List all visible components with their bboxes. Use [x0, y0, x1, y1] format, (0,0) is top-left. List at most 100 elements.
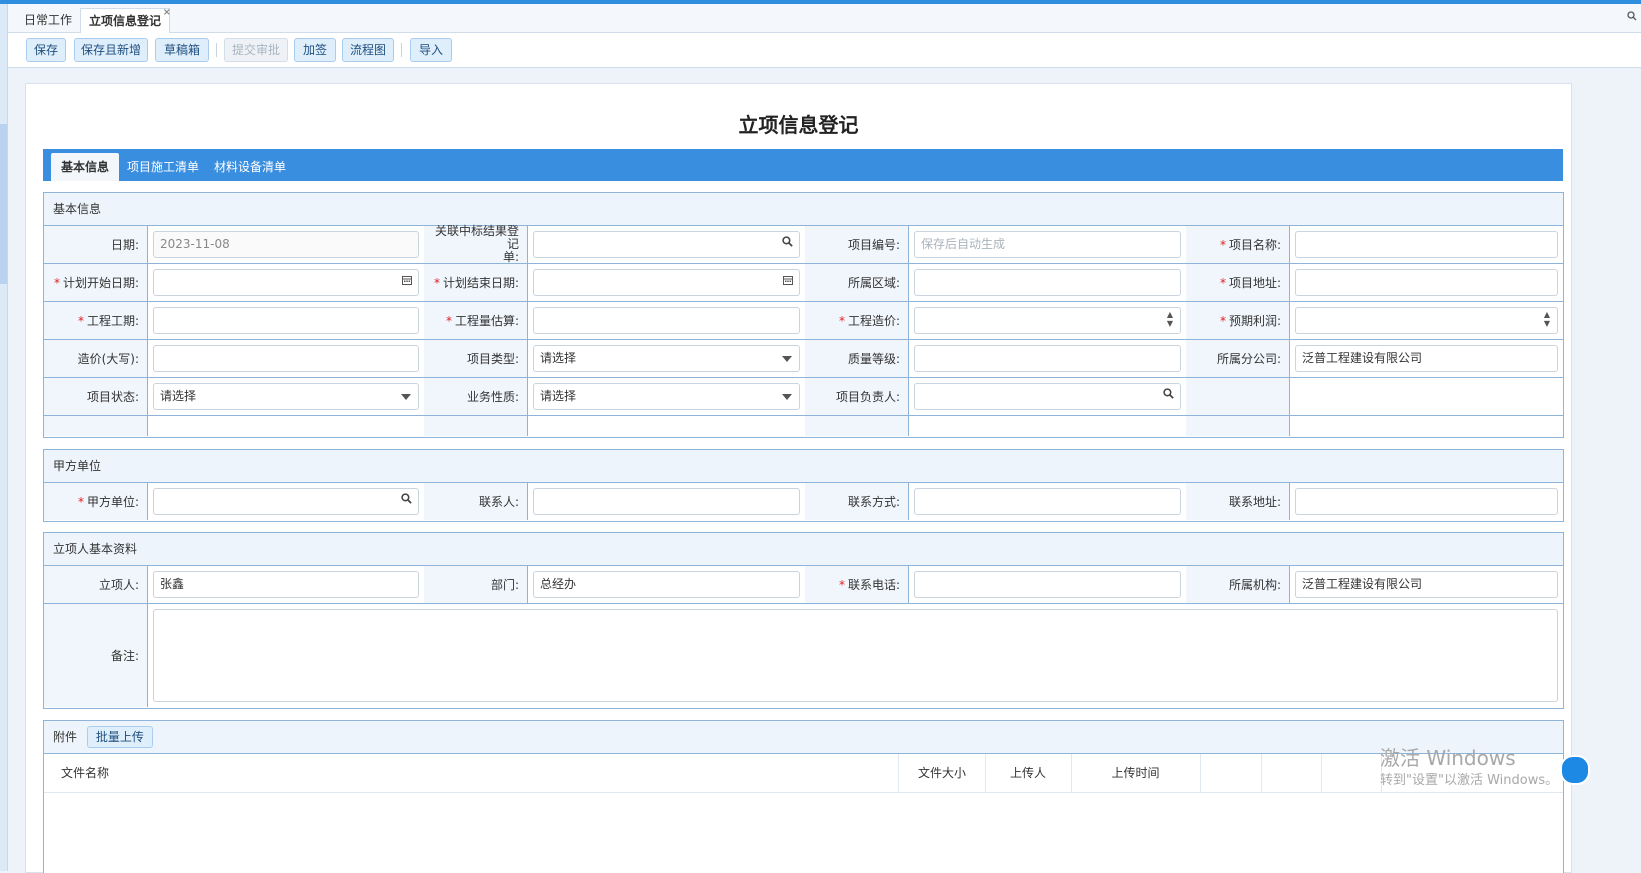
period-label: * 工程工期:: [44, 302, 148, 339]
page-title: 立项信息登记: [738, 113, 859, 137]
flowchart-button[interactable]: 流程图: [342, 38, 394, 62]
empty-cell: [528, 416, 806, 436]
contact-address-cell: [1290, 483, 1563, 520]
project-address-input[interactable]: [1295, 269, 1558, 296]
calendar-icon[interactable]: [402, 270, 412, 294]
end-date-input[interactable]: [533, 269, 800, 296]
form-row: 项目状态: 请选择 业务性质: 请选择 项目负责人:: [44, 378, 1563, 416]
contact-cell: [528, 483, 806, 520]
col-upload-time: 上传时间: [1071, 754, 1201, 792]
branch-cell: 泛普工程建设有限公司: [1290, 340, 1563, 377]
organization-input[interactable]: 泛普工程建设有限公司: [1295, 571, 1558, 598]
tab-basic-info[interactable]: 基本信息: [51, 153, 120, 181]
contact-method-input[interactable]: [914, 488, 1181, 515]
tab-construction-list[interactable]: 项目施工清单: [117, 153, 209, 181]
help-bubble-icon[interactable]: [1560, 755, 1590, 785]
search-icon[interactable]: [1163, 384, 1174, 408]
form-row: 日期: 2023-11-08 关联中标结果登记 单: 项目编号: 保存后自动生成 …: [44, 225, 1563, 264]
quality-input[interactable]: [914, 345, 1181, 372]
save-button[interactable]: 保存: [26, 38, 66, 62]
applicant-label: 立项人:: [44, 566, 148, 603]
start-date-label: * 计划开始日期:: [44, 264, 148, 301]
department-label: 部门:: [424, 566, 528, 603]
tab-project-registration[interactable]: 立项信息登记 ×: [80, 7, 171, 34]
import-button[interactable]: 导入: [410, 38, 452, 62]
bid-result-input[interactable]: [533, 231, 800, 258]
profit-input[interactable]: ▲ ▼: [1295, 307, 1558, 334]
form-row: * 甲方单位: 联系人: 联系方式: 联系地址:: [44, 483, 1563, 520]
tab-daily-work[interactable]: 日常工作: [16, 8, 80, 32]
nature-cell: 请选择: [528, 378, 806, 415]
project-name-label: * 项目名称:: [1186, 226, 1290, 263]
draft-box-button[interactable]: 草稿箱: [155, 38, 209, 62]
section-header: 甲方单位: [44, 450, 1563, 483]
status-select[interactable]: 请选择: [153, 383, 419, 410]
spinner-icon[interactable]: ▲ ▼: [1544, 310, 1550, 328]
submit-approval-button[interactable]: 提交审批: [224, 38, 288, 62]
empty-cell: [1290, 416, 1563, 436]
contact-input[interactable]: [533, 488, 800, 515]
close-icon[interactable]: ×: [163, 1, 171, 25]
nature-select[interactable]: 请选择: [533, 383, 800, 410]
project-name-input[interactable]: [1295, 231, 1558, 258]
chevron-down-icon[interactable]: [401, 394, 411, 400]
region-label: 所属区域:: [805, 264, 909, 301]
nature-label: 业务性质:: [424, 378, 528, 415]
department-cell: 总经办: [528, 566, 806, 603]
applicant-input[interactable]: 张鑫: [153, 571, 419, 598]
attachments-table-header: 文件名称 文件大小 上传人 上传时间: [44, 754, 1563, 793]
address-label: * 项目地址:: [1186, 264, 1290, 301]
search-icon[interactable]: [401, 489, 412, 513]
phone-input[interactable]: [914, 571, 1181, 598]
windows-activation-hint: 转到"设置"以激活 Windows。: [1380, 773, 1559, 788]
contact-label: 联系人:: [424, 483, 528, 520]
batch-upload-button[interactable]: 批量上传: [86, 726, 153, 748]
form-row-empty: [44, 416, 1563, 436]
project-code-input[interactable]: 保存后自动生成: [914, 231, 1181, 258]
save-and-new-button[interactable]: 保存且新增: [74, 38, 148, 62]
attachments-section: 附件 批量上传 文件名称 文件大小 上传人 上传时间: [43, 720, 1564, 873]
cost-upper-input[interactable]: [153, 345, 419, 372]
form-tabs: 基本信息 项目施工清单 材料设备清单: [43, 149, 1563, 181]
col-file-size: 文件大小: [899, 754, 986, 792]
date-label: 日期:: [44, 226, 148, 263]
period-cell: [148, 302, 425, 339]
date-cell: 2023-11-08: [148, 226, 425, 263]
cost-upper-label: 造价(大写):: [44, 340, 148, 377]
quality-cell: [909, 340, 1187, 377]
region-input[interactable]: [914, 269, 1181, 296]
quality-label: 质量等级:: [805, 340, 909, 377]
empty-label: [805, 416, 909, 436]
profit-cell: ▲ ▼: [1290, 302, 1563, 339]
spinner-icon[interactable]: ▲ ▼: [1167, 310, 1173, 328]
toolbar-separator: [216, 43, 217, 57]
contact-address-input[interactable]: [1295, 488, 1558, 515]
tab-material-list[interactable]: 材料设备清单: [204, 153, 296, 181]
calendar-icon[interactable]: [783, 270, 793, 294]
department-input[interactable]: 总经办: [533, 571, 800, 598]
quantity-label: * 工程量估算:: [424, 302, 528, 339]
project-code-label: 项目编号:: [805, 226, 909, 263]
chevron-down-icon[interactable]: [782, 356, 792, 362]
branch-input[interactable]: 泛普工程建设有限公司: [1295, 345, 1558, 372]
countersign-button[interactable]: 加签: [294, 38, 336, 62]
start-date-input[interactable]: [153, 269, 419, 296]
remark-textarea[interactable]: [153, 609, 1558, 702]
tab-bar: 日常工作 立项信息登记 ×: [8, 4, 1641, 34]
date-field[interactable]: 2023-11-08: [153, 231, 419, 258]
party-unit-input[interactable]: [153, 488, 419, 515]
quantity-input[interactable]: [533, 307, 800, 334]
empty-label: [44, 416, 148, 436]
search-icon[interactable]: [1627, 11, 1637, 24]
cost-input[interactable]: ▲ ▼: [914, 307, 1181, 334]
chevron-down-icon[interactable]: [782, 394, 792, 400]
start-date-cell: [148, 264, 425, 301]
search-icon[interactable]: [782, 232, 793, 256]
end-date-cell: [528, 264, 806, 301]
project-type-select[interactable]: 请选择: [533, 345, 800, 372]
contact-method-cell: [909, 483, 1187, 520]
manager-input[interactable]: [914, 383, 1181, 410]
cost-upper-cell: [148, 340, 425, 377]
period-input[interactable]: [153, 307, 419, 334]
form-row: * 计划开始日期: * 计划结束日期: 所属区域: * 项目地址:: [44, 264, 1563, 302]
